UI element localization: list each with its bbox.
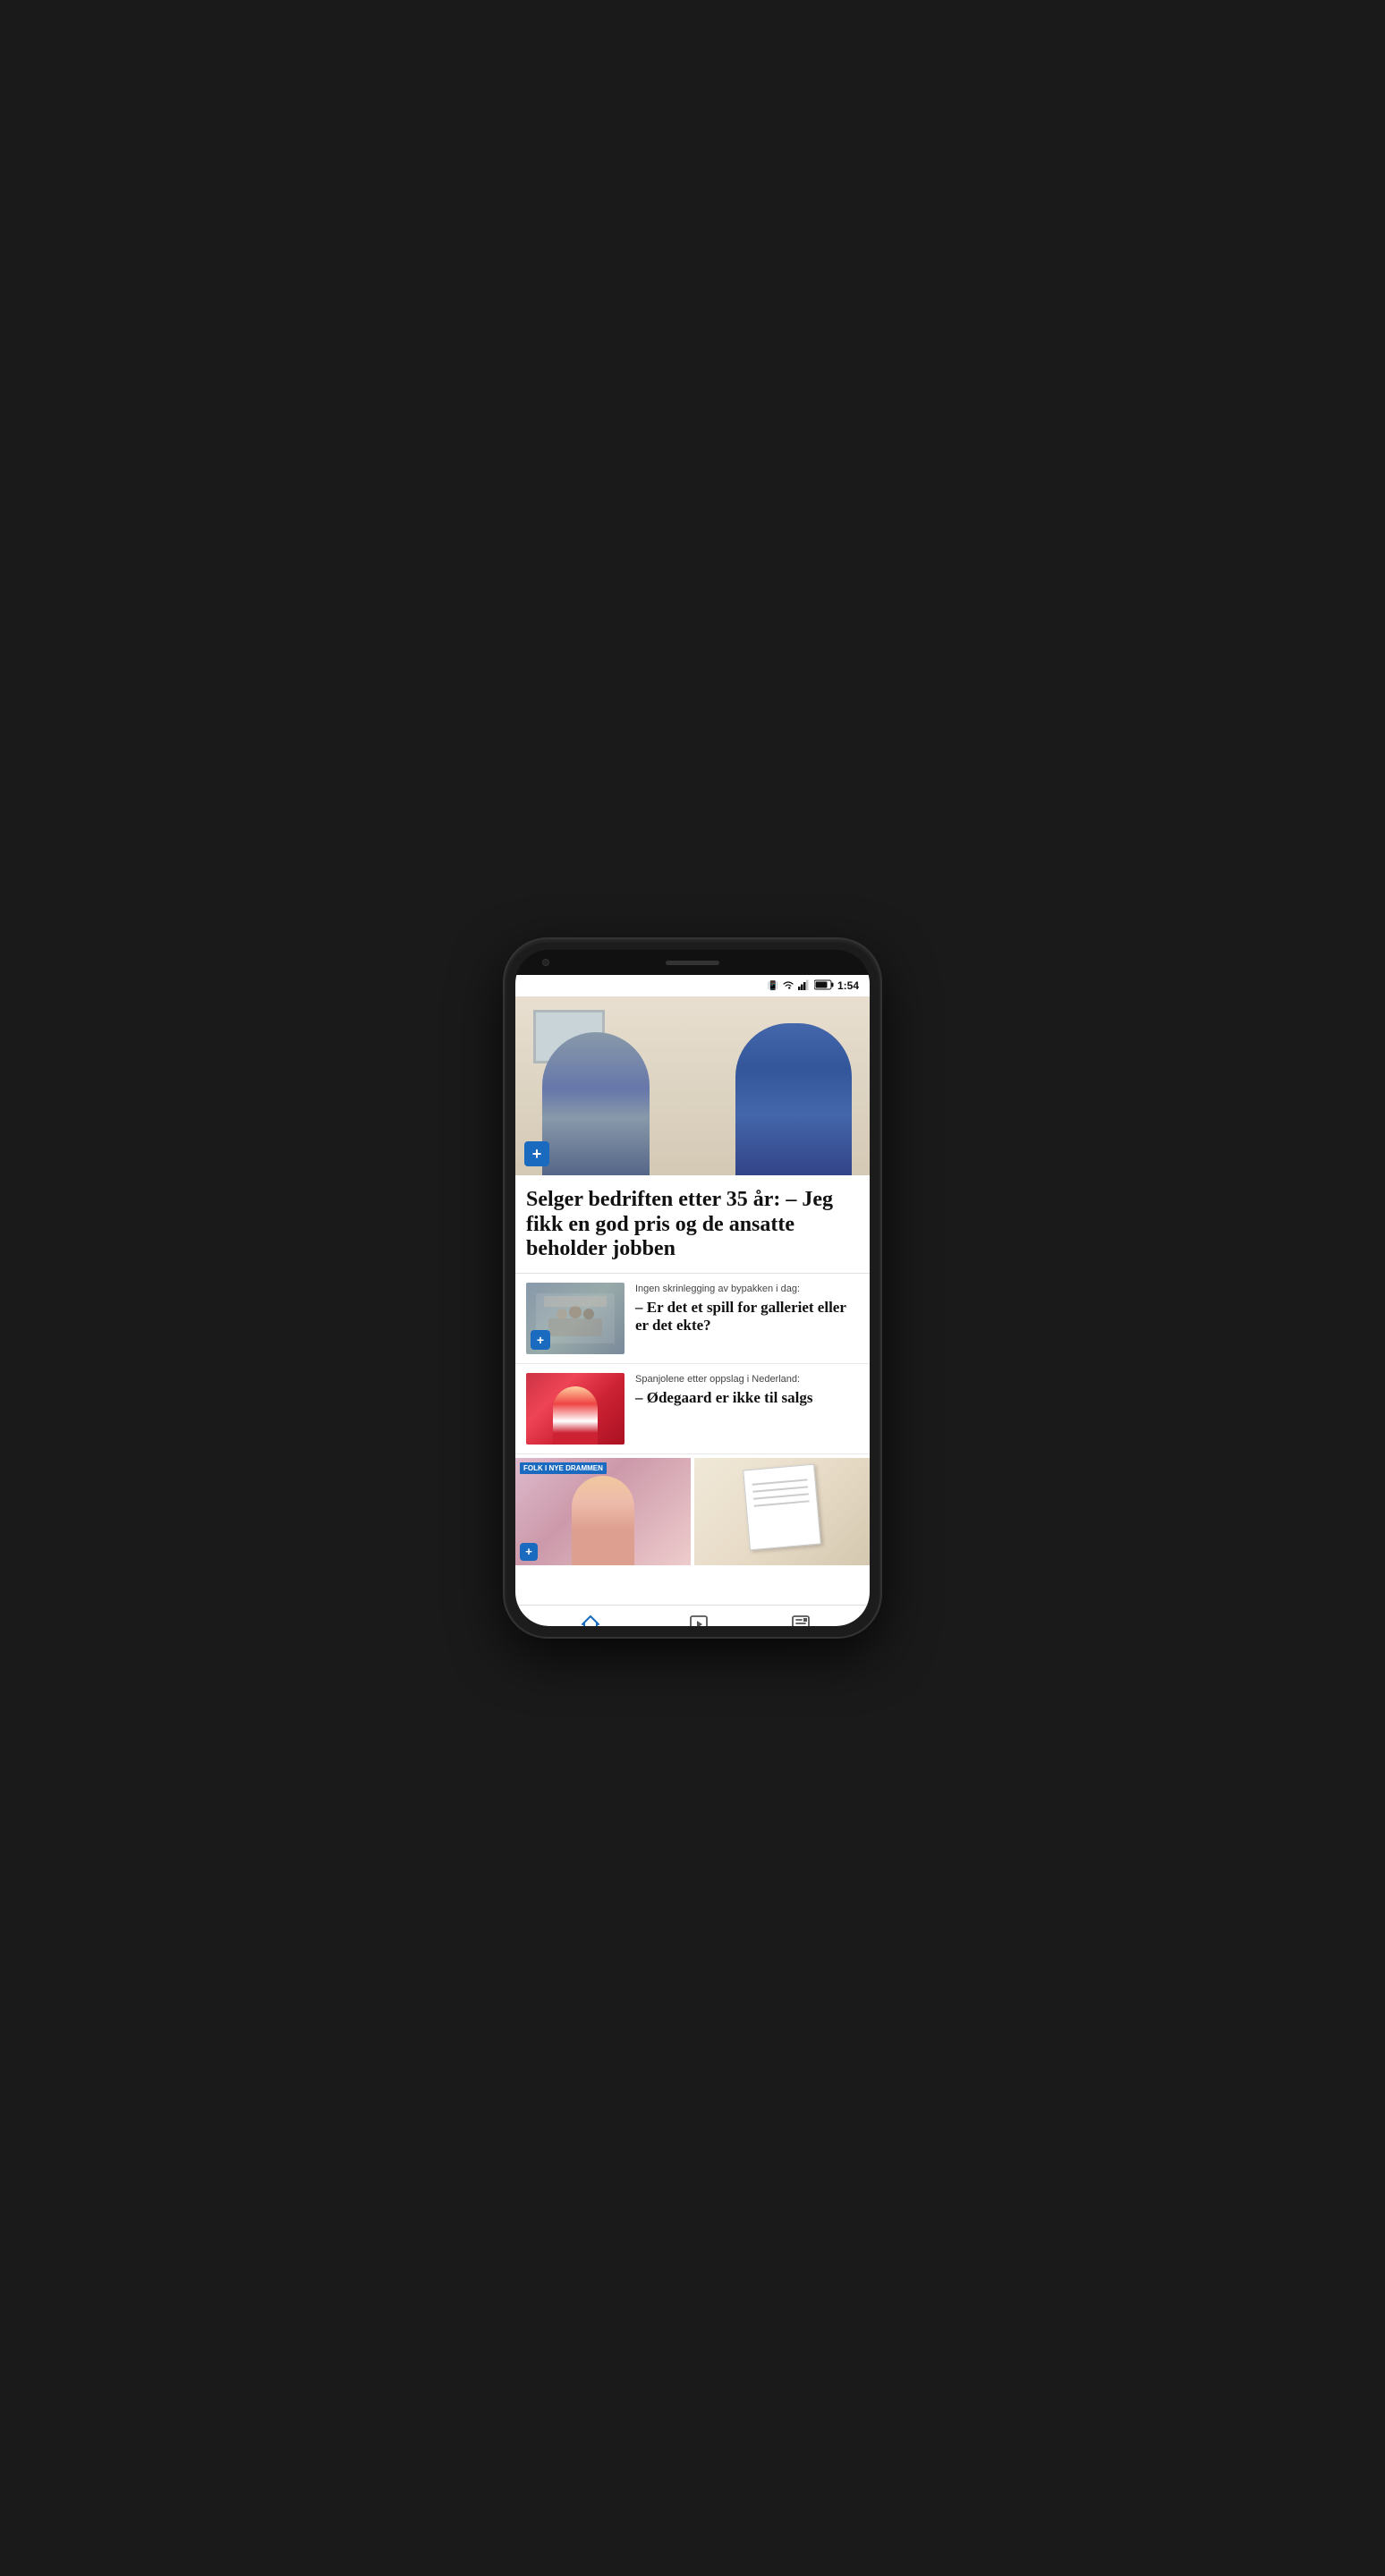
home-icon <box>580 1614 601 1627</box>
grid-thumb-1-bg: FOLK I NYE DRAMMEN + <box>515 1458 691 1565</box>
battery-icon <box>814 979 834 993</box>
thumb-football-player <box>553 1386 598 1445</box>
thumb-football-bg <box>526 1373 625 1445</box>
article-2-thumb <box>526 1373 625 1445</box>
content-area[interactable]: + Selger bedriften etter 35 år: – Jeg fi… <box>515 996 870 1605</box>
signal-icon <box>798 979 811 993</box>
article-2-text: Spanjolene etter oppslag i Nederland: – … <box>635 1373 859 1408</box>
newspaper-icon <box>790 1614 811 1627</box>
hero-plus-badge: + <box>524 1141 549 1166</box>
article-2-kicker: Spanjolene etter oppslag i Nederland: <box>635 1373 859 1385</box>
phone-device: 📳 <box>505 939 880 1637</box>
phone-screen: 📳 <box>515 950 870 1626</box>
grid-thumb-2-bg <box>694 1458 870 1565</box>
vibrate-icon: 📳 <box>768 981 778 991</box>
bottom-nav: Forsiden Sport eAvis <box>515 1605 870 1626</box>
nav-item-forsiden[interactable]: Forsiden <box>574 1614 608 1627</box>
play-icon <box>688 1614 709 1627</box>
nav-item-sport[interactable]: Sport <box>688 1614 709 1627</box>
status-icons: 📳 <box>768 979 859 993</box>
speaker <box>666 961 719 965</box>
grid-1-plus-badge: + <box>520 1543 538 1561</box>
article-grid: FOLK I NYE DRAMMEN + <box>515 1454 870 1569</box>
hero-person-left <box>542 1032 650 1175</box>
hero-person-right <box>735 1023 852 1175</box>
article-2-title: – Ødegaard er ikke til salgs <box>635 1389 859 1407</box>
status-time: 1:54 <box>837 979 859 992</box>
article-item-1[interactable]: + Ingen skrinlegging av bypakken i dag: … <box>515 1274 870 1364</box>
main-headline[interactable]: Selger bedriften etter 35 år: – Jeg fikk… <box>515 1175 870 1273</box>
article-1-plus-badge: + <box>531 1330 550 1350</box>
article-1-title: – Er det et spill for galleriet eller er… <box>635 1299 859 1335</box>
article-item-2[interactable]: Spanjolene etter oppslag i Nederland: – … <box>515 1364 870 1454</box>
article-1-text: Ingen skrinlegging av bypakken i dag: – … <box>635 1283 859 1335</box>
article-1-kicker: Ingen skrinlegging av bypakken i dag: <box>635 1283 859 1295</box>
status-bar: 📳 <box>515 975 870 996</box>
folk-label: FOLK I NYE DRAMMEN <box>520 1462 607 1474</box>
grid-item-2[interactable] <box>694 1458 870 1565</box>
phone-top-bar <box>515 950 870 975</box>
grid-person-face <box>572 1476 634 1565</box>
hero-image[interactable]: + <box>515 996 870 1175</box>
nav-item-eavis[interactable]: eAvis <box>790 1614 811 1627</box>
grid-paper-doc <box>743 1463 821 1550</box>
article-list: + Ingen skrinlegging av bypakken i dag: … <box>515 1273 870 1569</box>
article-1-thumb: + <box>526 1283 625 1354</box>
camera <box>542 959 549 966</box>
wifi-icon <box>782 979 794 993</box>
grid-item-1[interactable]: FOLK I NYE DRAMMEN + <box>515 1458 691 1565</box>
